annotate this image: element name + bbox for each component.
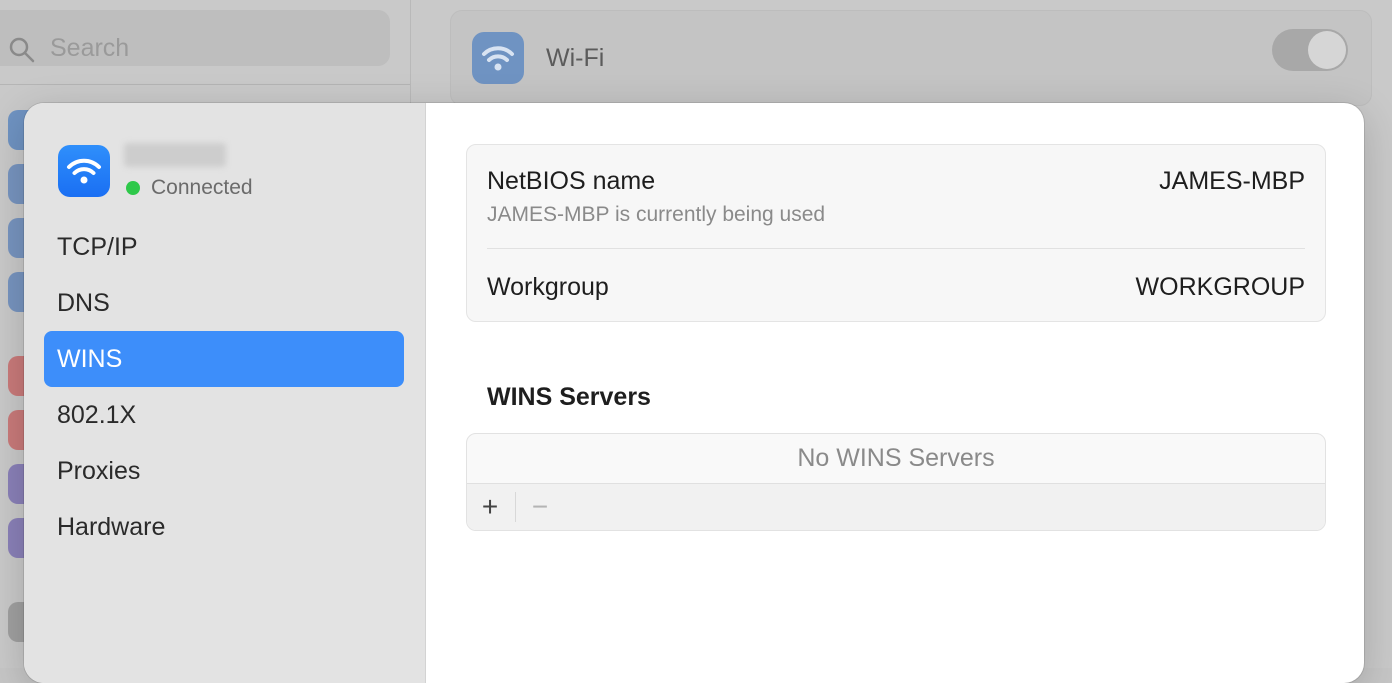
wins-info-card: NetBIOS name JAMES-MBP JAMES-MBP is curr… — [466, 144, 1326, 322]
nav-item-dns[interactable]: DNS — [44, 275, 404, 331]
netbios-name-subtitle: JAMES-MBP is currently being used — [487, 203, 826, 226]
toolbar-divider — [515, 492, 516, 522]
sheet-sidebar: Connected TCP/IP DNS WINS 802.1X Proxies… — [24, 103, 426, 683]
wifi-icon — [472, 32, 524, 84]
nav-item-tcp-ip[interactable]: TCP/IP — [44, 219, 404, 275]
nav-item-proxies[interactable]: Proxies — [44, 443, 404, 499]
toggle-knob — [1308, 31, 1346, 69]
background-divider — [0, 84, 410, 85]
workgroup-value[interactable]: WORKGROUP — [1136, 273, 1305, 302]
network-name-redacted — [124, 143, 226, 167]
wins-content: NetBIOS name JAMES-MBP JAMES-MBP is curr… — [426, 103, 1364, 683]
workgroup-label: Workgroup — [487, 273, 609, 301]
background-search-field: Search — [0, 10, 390, 66]
netbios-name-label: NetBIOS name — [487, 167, 656, 195]
add-server-button[interactable]: + — [467, 484, 513, 530]
nav-item-8021x[interactable]: 802.1X — [44, 387, 404, 443]
connection-status: Connected — [151, 176, 253, 199]
network-details-sheet: Connected TCP/IP DNS WINS 802.1X Proxies… — [24, 103, 1364, 683]
wifi-title: Wi-Fi — [546, 44, 605, 72]
wins-servers-empty-text: No WINS Servers — [797, 444, 995, 472]
wins-servers-list: No WINS Servers + − — [466, 433, 1326, 531]
remove-server-button[interactable]: − — [517, 484, 563, 530]
netbios-name-value[interactable]: JAMES-MBP — [1159, 167, 1305, 196]
wins-servers-title: WINS Servers — [487, 383, 651, 411]
wifi-icon — [58, 145, 110, 197]
status-dot — [126, 181, 140, 195]
search-icon — [8, 36, 36, 64]
nav-item-hardware[interactable]: Hardware — [44, 499, 404, 555]
nav-item-wins[interactable]: WINS — [44, 331, 404, 387]
row-divider — [487, 248, 1305, 249]
wins-servers-toolbar: + − — [467, 483, 1325, 530]
wifi-toggle — [1272, 29, 1348, 71]
search-placeholder: Search — [50, 34, 130, 62]
